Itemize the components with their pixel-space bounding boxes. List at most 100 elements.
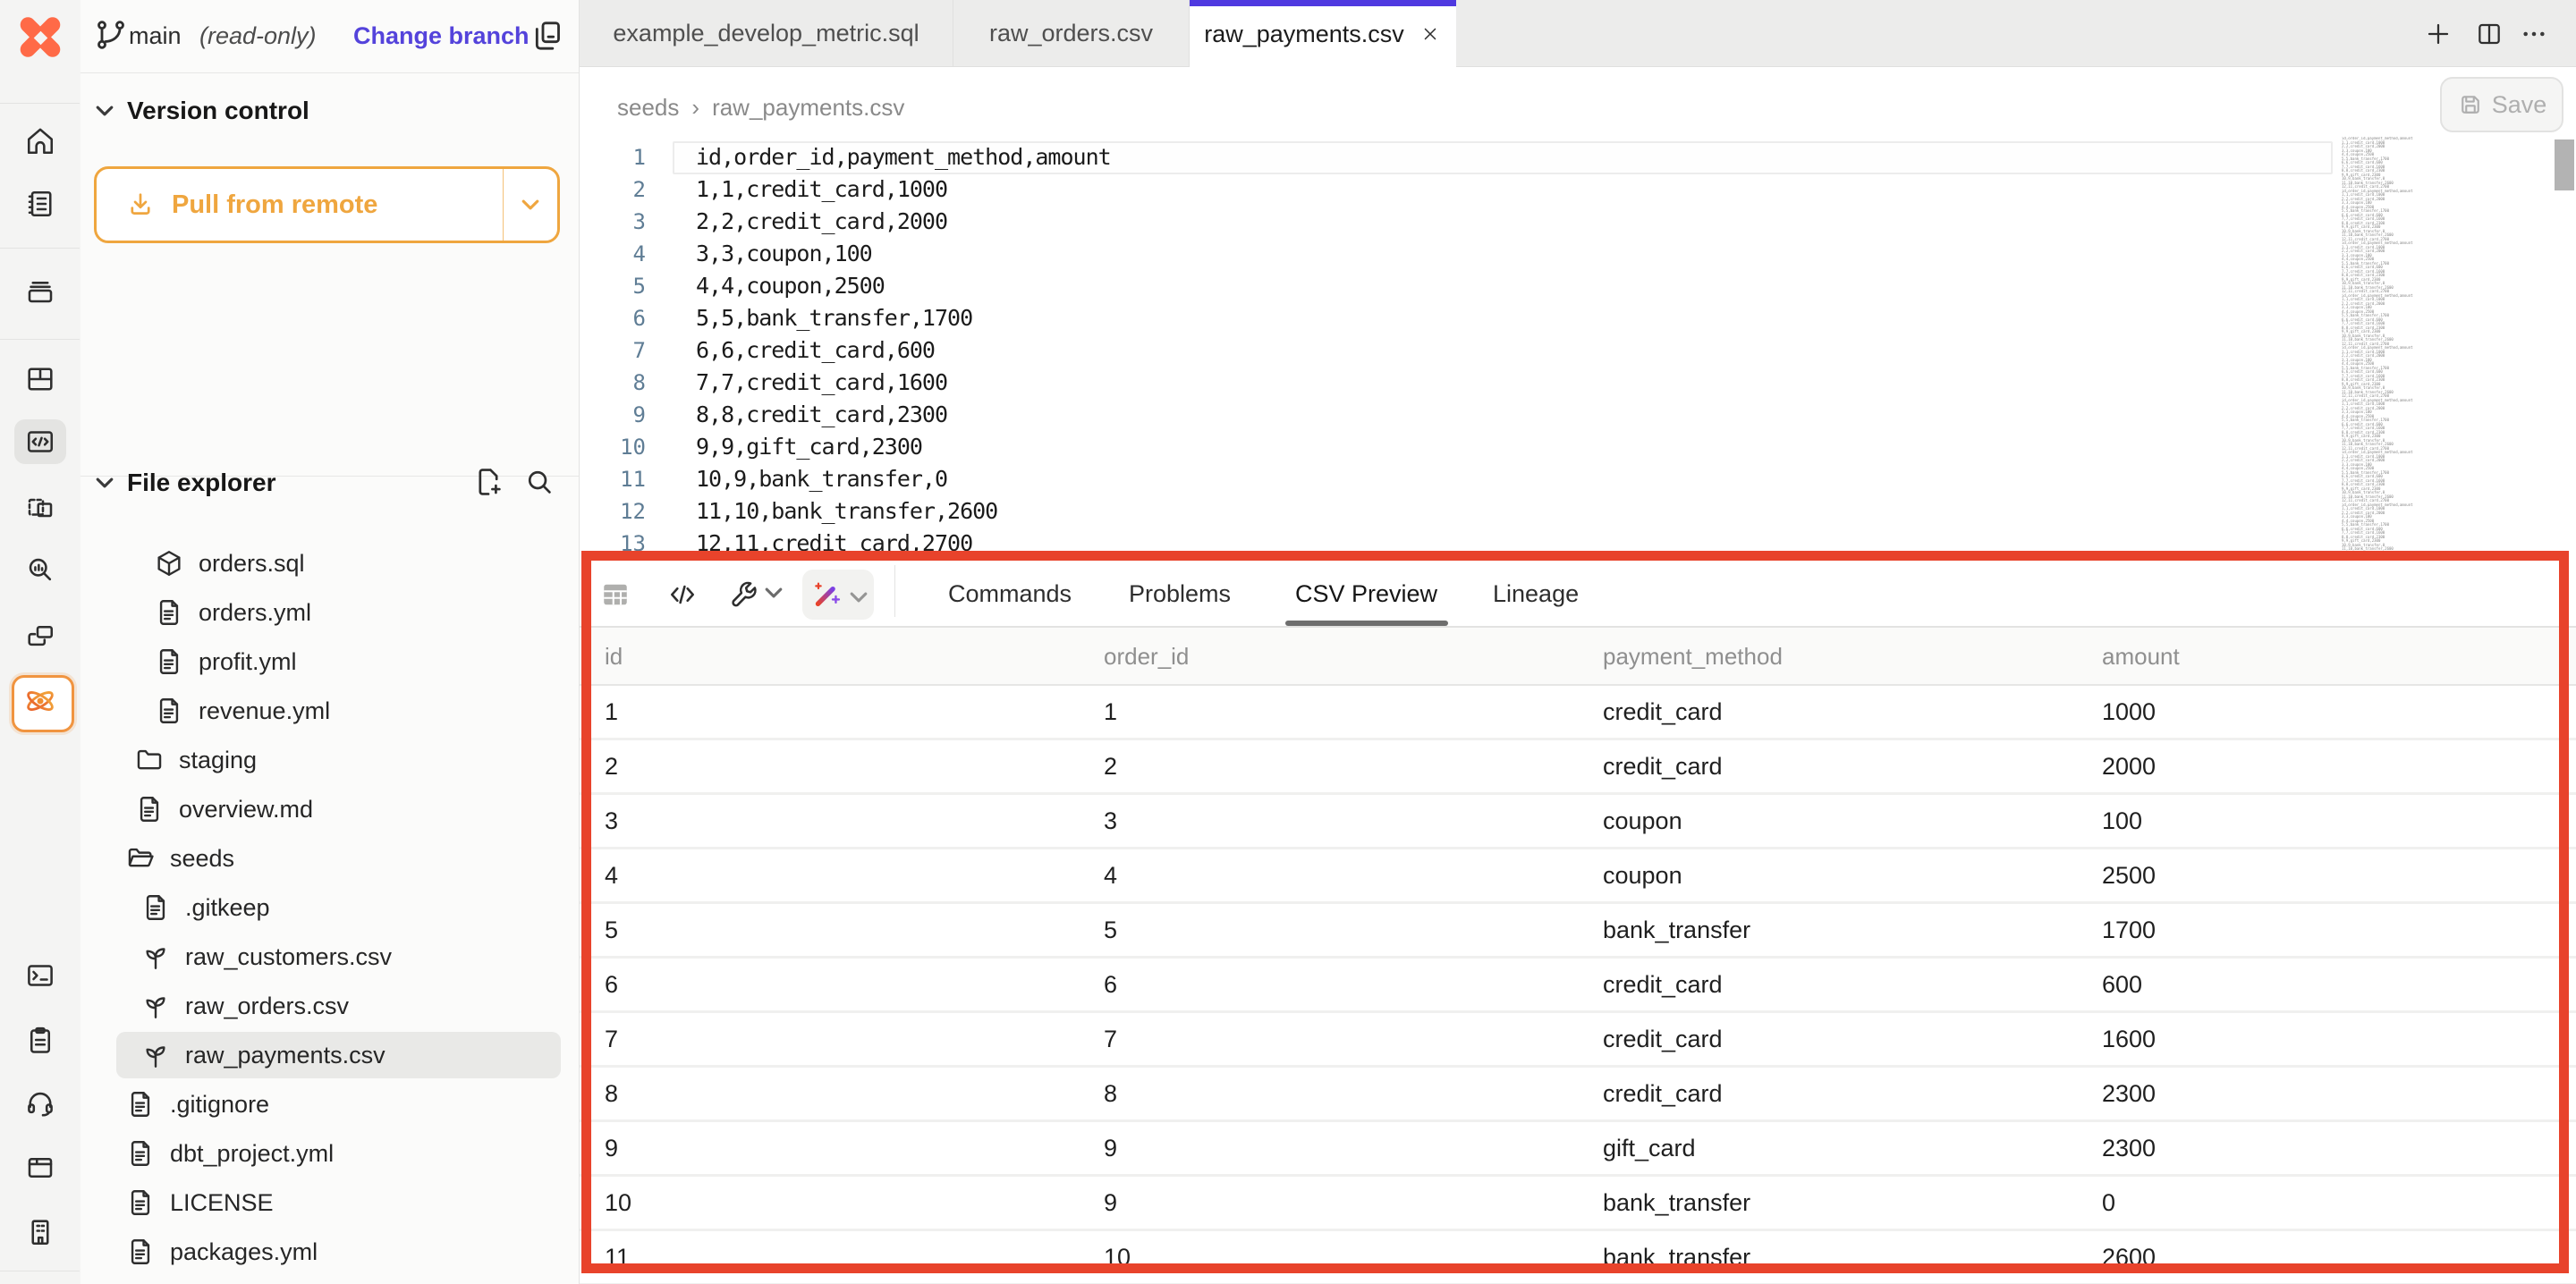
- organization-icon[interactable]: [21, 1212, 60, 1252]
- version-control-header[interactable]: Version control: [95, 97, 309, 125]
- file-item[interactable]: LICENSE: [116, 1179, 561, 1226]
- dbt-logo-icon[interactable]: [16, 13, 64, 62]
- file-item[interactable]: .gitkeep: [116, 884, 561, 931]
- tab-lineage[interactable]: Lineage: [1493, 580, 1579, 608]
- file-item[interactable]: raw_customers.csv: [116, 933, 561, 980]
- file-item[interactable]: raw_orders.csv: [116, 983, 561, 1029]
- tab-label: raw_payments.csv: [1204, 21, 1404, 48]
- wrench-icon[interactable]: [727, 579, 759, 611]
- line-number: 13: [580, 528, 646, 554]
- new-file-icon[interactable]: [471, 465, 505, 499]
- file-item[interactable]: dbt_project.yml: [116, 1130, 561, 1177]
- line-text: 6,6,credit_card,600: [646, 334, 935, 367]
- query-preview-icon[interactable]: [21, 550, 60, 589]
- code-editor[interactable]: 1 id,order_id,payment_method,amount 2 1,…: [580, 141, 2333, 554]
- version-control-title: Version control: [127, 97, 309, 125]
- activity-bar: [0, 0, 81, 1284]
- cell-payment-method: bank_transfer: [1578, 917, 2077, 944]
- scrollbar-thumb[interactable]: [2555, 139, 2574, 190]
- code-line: 6 5,5,bank_transfer,1700: [580, 302, 2333, 334]
- breadcrumb-separator: ›: [691, 94, 699, 122]
- pull-from-remote-button[interactable]: Pull from remote: [94, 166, 560, 243]
- branch-name: main: [129, 22, 182, 50]
- split-editor-icon[interactable]: [2475, 20, 2504, 48]
- line-text: id,order_id,payment_method,amount: [646, 141, 1111, 173]
- tab-raw-payments[interactable]: raw_payments.csv: [1190, 0, 1456, 68]
- file-item-label: staging: [179, 747, 257, 774]
- stack-icon[interactable]: [21, 271, 60, 310]
- more-options-icon[interactable]: [2520, 20, 2548, 48]
- code-line: 10 9,9,gift_card,2300: [580, 431, 2333, 463]
- pull-button-label: Pull from remote: [172, 190, 377, 220]
- cell-payment-method: gift_card: [1578, 1135, 2077, 1162]
- document-icon: [134, 794, 165, 824]
- table-row: 8 8 credit_card 2300: [580, 1068, 2576, 1122]
- clipboard-icon[interactable]: [21, 1020, 60, 1060]
- close-icon[interactable]: [1419, 22, 1442, 46]
- line-number: 1: [580, 141, 646, 173]
- cell-payment-method: coupon: [1578, 807, 2077, 835]
- file-item[interactable]: packages.yml: [116, 1229, 561, 1275]
- save-button[interactable]: Save: [2440, 77, 2563, 132]
- cell-order-id: 10: [1079, 1244, 1578, 1271]
- minimap[interactable]: id,order_id,payment_method,amount 1,1,cr…: [2342, 137, 2424, 554]
- pull-options-caret[interactable]: [504, 169, 557, 241]
- line-number: 12: [580, 495, 646, 528]
- branch-readonly-label: (read-only): [199, 22, 317, 50]
- headset-icon[interactable]: [21, 1084, 60, 1123]
- line-number: 2: [580, 173, 646, 206]
- code-line: 9 8,8,credit_card,2300: [580, 399, 2333, 431]
- file-item[interactable]: seeds: [116, 835, 561, 882]
- tab-problems[interactable]: Problems: [1129, 580, 1231, 608]
- change-branch-link[interactable]: Change branch: [353, 22, 530, 50]
- dashboard-icon[interactable]: [21, 359, 60, 399]
- tab-commands[interactable]: Commands: [948, 580, 1072, 608]
- magic-wand-button[interactable]: [802, 570, 874, 620]
- code-editor-icon[interactable]: [21, 422, 60, 461]
- canvas-icon[interactable]: [21, 488, 60, 528]
- breadcrumb-parent[interactable]: seeds: [617, 94, 679, 122]
- new-tab-icon[interactable]: [2424, 20, 2453, 48]
- home-icon[interactable]: [21, 122, 60, 161]
- editor-body[interactable]: seeds › raw_payments.csv Save 1 id,order…: [580, 67, 2576, 554]
- code-line: 11 10,9,bank_transfer,0: [580, 463, 2333, 495]
- cell-order-id: 7: [1079, 1026, 1578, 1053]
- line-text: 3,3,coupon,100: [646, 238, 872, 270]
- table-icon[interactable]: [599, 579, 631, 611]
- tab-example-develop-metric[interactable]: example_develop_metric.sql: [580, 0, 953, 66]
- folder-window-icon[interactable]: [21, 1148, 60, 1187]
- file-explorer-header[interactable]: File explorer: [95, 469, 276, 497]
- tab-csv-preview[interactable]: CSV Preview: [1295, 580, 1437, 608]
- atom-icon[interactable]: [21, 681, 60, 721]
- terminal-icon[interactable]: [21, 956, 60, 995]
- notebook-icon[interactable]: [21, 184, 60, 224]
- cell-payment-method: coupon: [1578, 862, 2077, 890]
- file-item[interactable]: orders.sql: [116, 540, 561, 587]
- code-icon[interactable]: [666, 579, 699, 611]
- document-icon: [125, 1138, 156, 1169]
- line-number: 6: [580, 302, 646, 334]
- cell-payment-method: credit_card: [1578, 1026, 2077, 1053]
- line-text: 4,4,coupon,2500: [646, 270, 885, 302]
- table-row: 10 9 bank_transfer 0: [580, 1177, 2576, 1231]
- line-text: 11,10,bank_transfer,2600: [646, 495, 997, 528]
- file-item[interactable]: .gitignore: [116, 1081, 561, 1128]
- file-item[interactable]: revenue.yml: [116, 688, 561, 734]
- file-item[interactable]: raw_payments.csv: [116, 1032, 561, 1078]
- file-item-label: LICENSE: [170, 1189, 274, 1217]
- line-number: 11: [580, 463, 646, 495]
- cell-amount: 0: [2077, 1189, 2576, 1217]
- wrench-options-caret[interactable]: [764, 587, 796, 619]
- column-header: payment_method: [1603, 643, 1783, 671]
- windows-icon[interactable]: [21, 616, 60, 655]
- file-item[interactable]: overview.md: [116, 786, 561, 832]
- copy-icon[interactable]: [530, 18, 565, 54]
- file-item-label: revenue.yml: [199, 697, 330, 725]
- file-item[interactable]: profit.yml: [116, 638, 561, 685]
- cell-amount: 2300: [2077, 1135, 2576, 1162]
- file-item[interactable]: orders.yml: [116, 589, 561, 636]
- file-item[interactable]: staging: [116, 737, 561, 783]
- search-icon[interactable]: [522, 465, 556, 499]
- tab-raw-orders[interactable]: raw_orders.csv: [953, 0, 1190, 66]
- cell-id: 11: [580, 1244, 1079, 1271]
